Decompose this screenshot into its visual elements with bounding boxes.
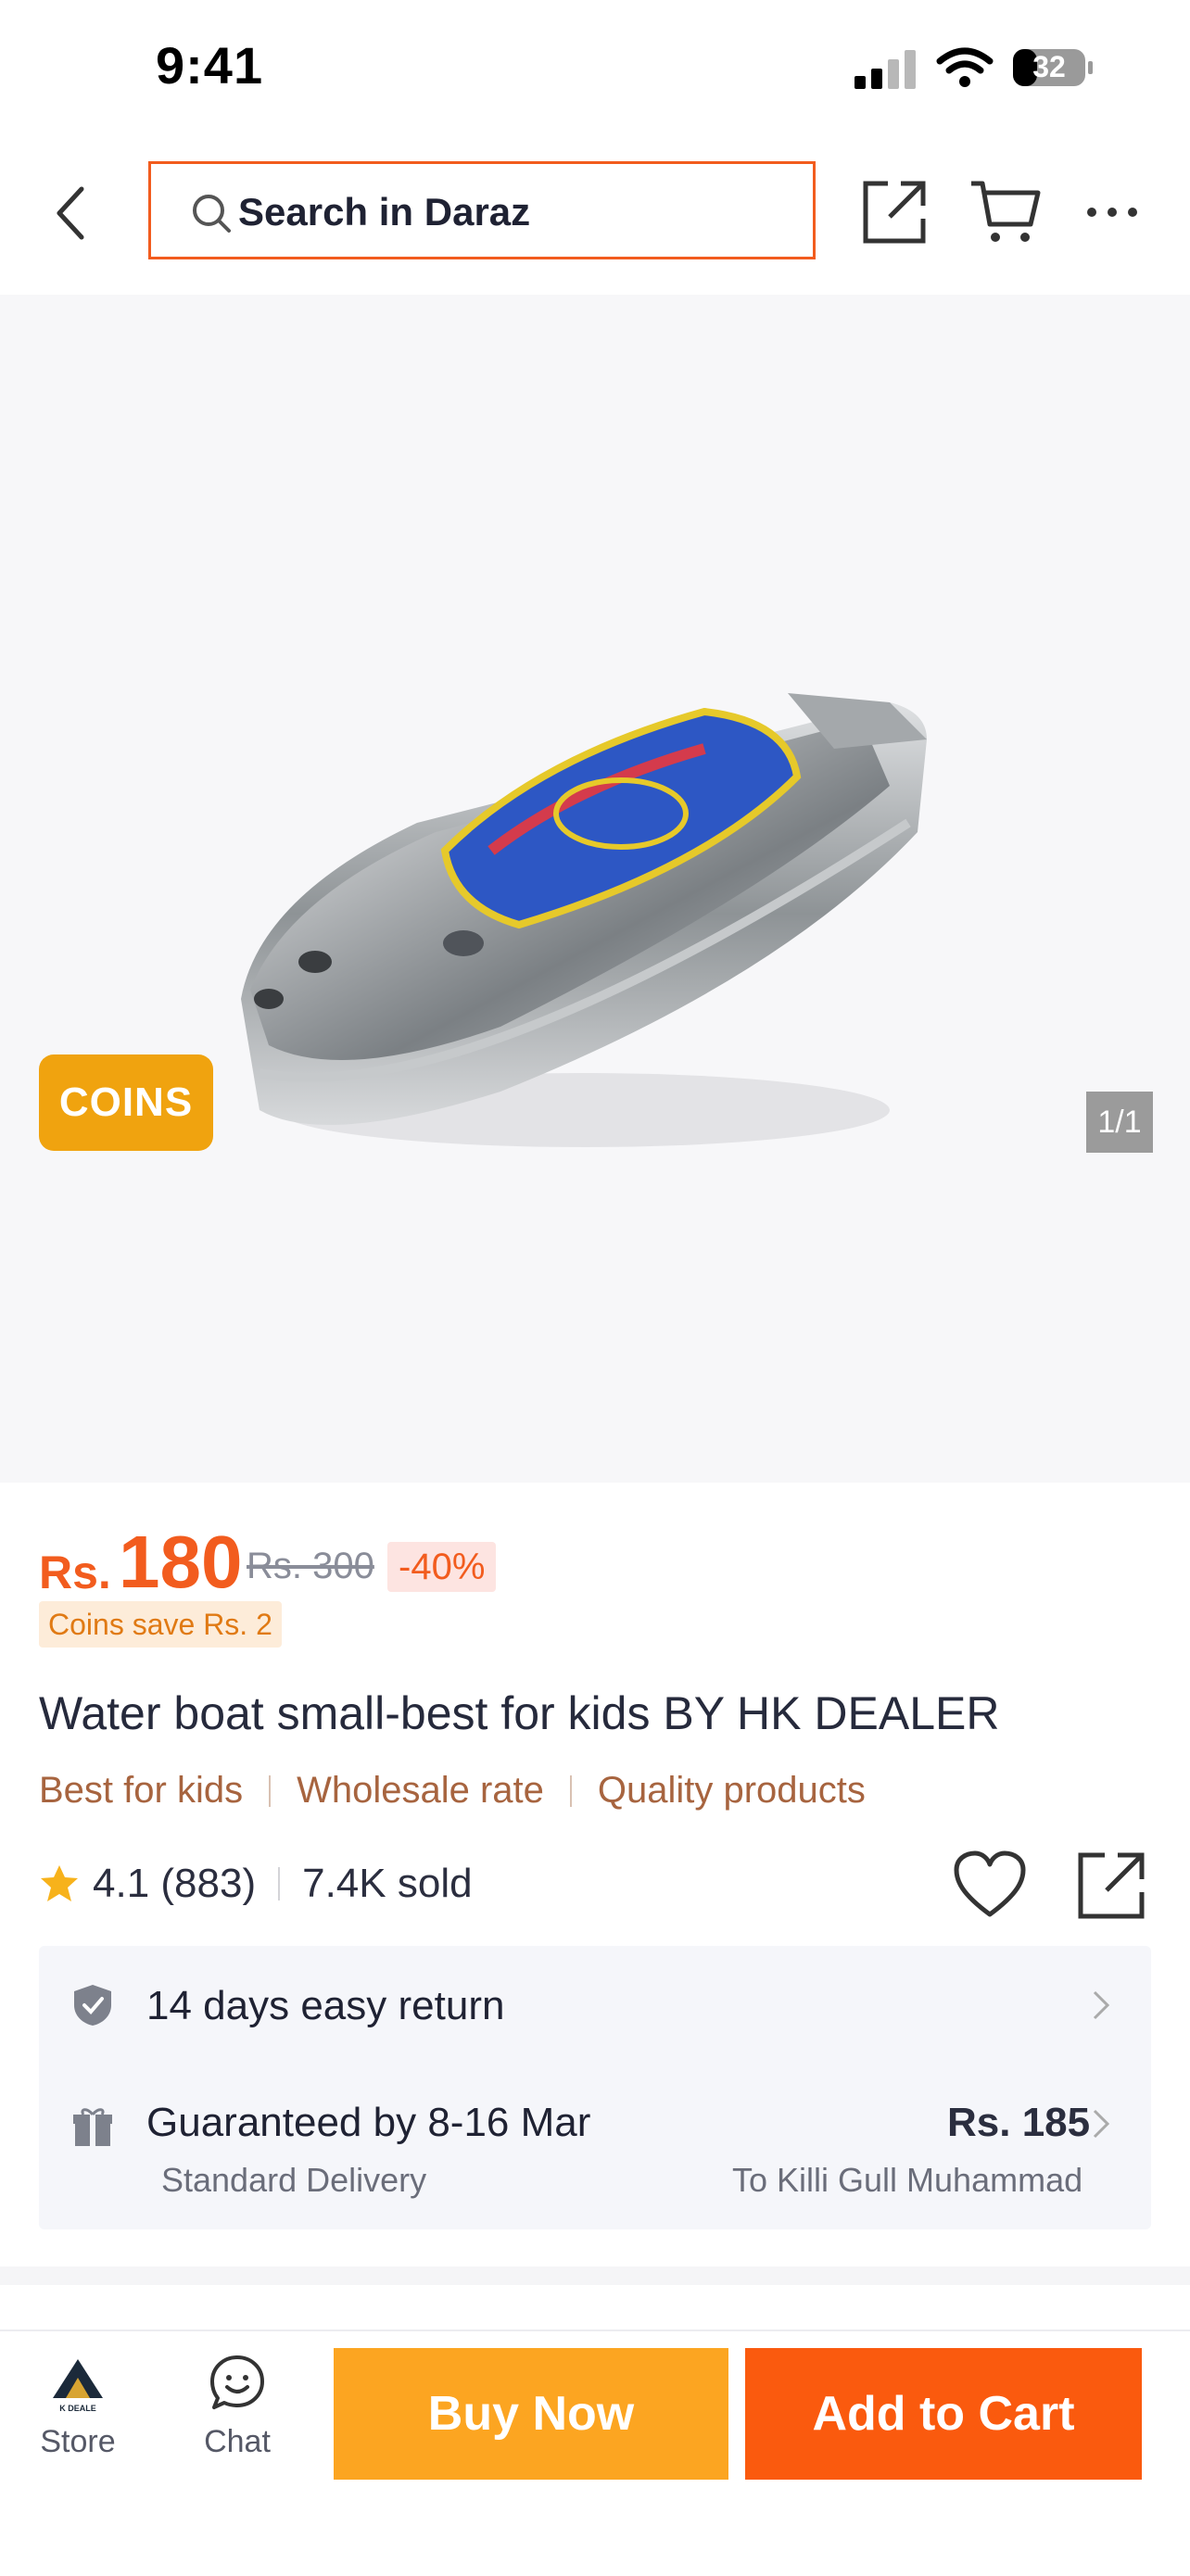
tag-item: Wholesale rate — [297, 1770, 544, 1811]
service-info-card: 14 days easy return Guaranteed by 8-16 M… — [39, 1946, 1151, 2229]
share-product-icon[interactable] — [1075, 1850, 1147, 1922]
tag-divider — [269, 1774, 272, 1807]
tag-divider — [569, 1774, 572, 1807]
bottom-action-bar: K DEALE Store Chat Buy Now Add to Cart — [0, 2330, 1190, 2576]
cellular-signal-icon — [855, 50, 916, 89]
product-tags: Best for kids Wholesale rate Quality pro… — [39, 1770, 866, 1812]
product-title: Water boat small-best for kids BY HK DEA… — [39, 1687, 1000, 1739]
delivery-box-icon — [73, 2108, 112, 2146]
search-placeholder: Search in Daraz — [238, 190, 531, 234]
original-price: Rs. 300 — [247, 1546, 374, 1586]
store-label: Store — [40, 2424, 116, 2459]
wishlist-heart-icon[interactable] — [953, 1850, 1027, 1920]
rating-value: 4.1 (883) — [93, 1861, 257, 1906]
delivery-type: Standard Delivery — [161, 2161, 427, 2199]
delivery-guarantee[interactable]: Guaranteed by 8-16 Mar — [146, 2100, 590, 2146]
coins-badge: COINS — [39, 1054, 213, 1151]
current-price: 180 — [119, 1521, 243, 1603]
store-logo-icon: K DEALE — [53, 2359, 103, 2413]
battery-indicator: 32 — [1012, 48, 1094, 87]
return-policy[interactable]: 14 days easy return — [146, 1983, 504, 2029]
rating-row[interactable]: 4.1 (883) 7.4K sold — [39, 1861, 473, 1907]
chat-label: Chat — [204, 2424, 271, 2459]
chevron-right-icon[interactable] — [1090, 1987, 1112, 2024]
chat-icon — [210, 2355, 264, 2409]
rating-divider — [278, 1867, 281, 1900]
back-icon[interactable] — [44, 176, 100, 250]
image-counter: 1/1 — [1086, 1092, 1153, 1153]
star-icon — [41, 1865, 78, 1901]
chevron-right-icon[interactable] — [1090, 2105, 1112, 2142]
coins-save-badge: Coins save Rs. 2 — [39, 1601, 282, 1648]
delivery-destination: To Killi Gull Muhammad — [732, 2161, 1083, 2199]
battery-level: 32 — [1032, 50, 1066, 83]
tag-item: Best for kids — [39, 1770, 244, 1811]
sold-count: 7.4K sold — [302, 1861, 473, 1906]
tag-item: Quality products — [597, 1770, 866, 1811]
price-currency: Rs. — [39, 1547, 111, 1598]
discount-badge: -40% — [387, 1542, 497, 1592]
product-image[interactable] — [185, 591, 982, 1258]
wifi-icon — [936, 47, 994, 87]
status-time: 9:41 — [156, 36, 264, 95]
shield-check-icon — [74, 1985, 111, 2026]
buy-now-button[interactable]: Buy Now — [334, 2348, 728, 2480]
section-divider — [0, 2267, 1190, 2285]
search-input[interactable]: Search in Daraz — [148, 161, 816, 259]
store-button[interactable]: K DEALE Store — [33, 2354, 122, 2460]
search-icon — [193, 195, 231, 233]
chat-button[interactable]: Chat — [191, 2354, 284, 2460]
store-logo-text: K DEALE — [59, 2404, 96, 2413]
delivery-fee: Rs. 185 — [947, 2100, 1091, 2145]
cart-icon[interactable] — [969, 178, 1042, 245]
share-icon[interactable] — [860, 178, 929, 246]
add-to-cart-button[interactable]: Add to Cart — [745, 2348, 1142, 2480]
more-options-icon[interactable] — [1084, 198, 1140, 226]
product-gallery[interactable]: COINS 1/1 — [0, 295, 1190, 1483]
